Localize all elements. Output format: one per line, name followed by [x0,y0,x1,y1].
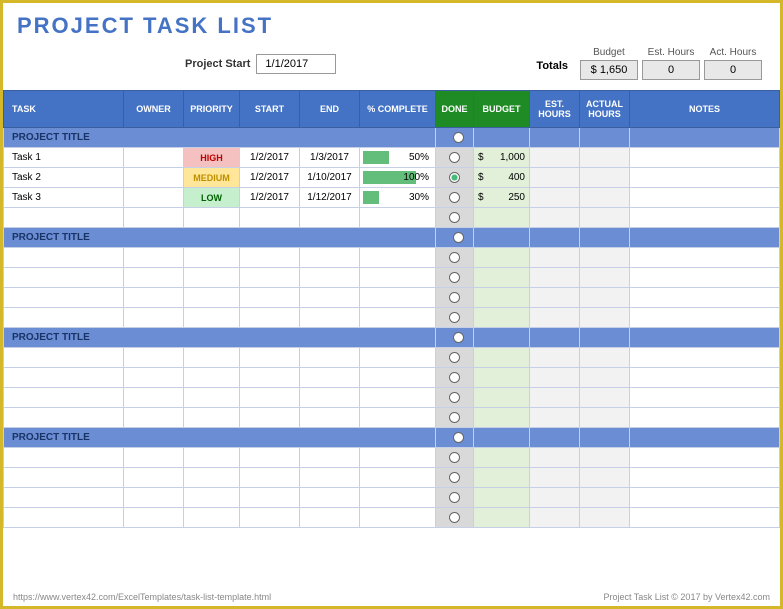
header-row: TASK OWNER PRIORITY START END % COMPLETE… [4,91,780,128]
done-radio[interactable] [449,312,460,323]
table-row[interactable] [4,288,780,308]
total-est: 0 [642,60,700,80]
h-notes: NOTES [630,91,780,128]
start-cell[interactable]: 1/2/2017 [240,168,300,188]
total-act: 0 [704,60,762,80]
h-start: START [240,91,300,128]
section-row: PROJECT TITLE [4,128,780,148]
task-name[interactable]: Task 2 [4,168,124,188]
table-row[interactable] [4,488,780,508]
pct-cell[interactable]: 30% [360,188,436,208]
topbar: Project Start Budget Est. Hours Act. Hou… [3,43,780,90]
start-cell[interactable]: 1/2/2017 [240,188,300,208]
spreadsheet-frame: PROJECT TASK LIST Project Start Budget E… [0,0,783,609]
done-radio[interactable] [449,252,460,263]
total-budget: $ 1,650 [580,60,638,80]
project-start-label: Project Start [185,58,250,70]
done-radio[interactable] [449,352,460,363]
table-row[interactable] [4,268,780,288]
section-row: PROJECT TITLE [4,428,780,448]
done-radio[interactable] [453,132,464,143]
owner-cell[interactable] [124,148,184,168]
h-owner: OWNER [124,91,184,128]
h-est: EST. HOURS [530,91,580,128]
notes-cell[interactable] [630,188,780,208]
est-cell[interactable] [530,168,580,188]
done-radio[interactable] [449,492,460,503]
done-radio[interactable] [449,152,460,163]
est-cell[interactable] [530,148,580,168]
done-radio[interactable] [449,172,460,183]
table-row[interactable] [4,508,780,528]
end-cell[interactable]: 1/12/2017 [300,188,360,208]
done-radio[interactable] [449,212,460,223]
done-radio[interactable] [453,232,464,243]
priority-cell[interactable]: MEDIUM [184,168,240,188]
est-cell[interactable] [530,188,580,208]
footer: https://www.vertex42.com/ExcelTemplates/… [13,592,770,602]
page-title: PROJECT TASK LIST [3,3,780,43]
table-row[interactable] [4,388,780,408]
done-radio[interactable] [449,292,460,303]
act-cell[interactable] [580,168,630,188]
pct-cell[interactable]: 100% [360,168,436,188]
h-budget: BUDGET [474,91,530,128]
end-cell[interactable]: 1/3/2017 [300,148,360,168]
done-radio[interactable] [453,332,464,343]
footer-copyright: Project Task List © 2017 by Vertex42.com [603,592,770,602]
budget-col-label: Budget [580,47,638,58]
table-row[interactable] [4,348,780,368]
est-col-label: Est. Hours [642,47,700,58]
task-name[interactable]: Task 1 [4,148,124,168]
table-row[interactable]: Task 1 HIGH 1/2/2017 1/3/2017 50% $1,000 [4,148,780,168]
h-priority: PRIORITY [184,91,240,128]
table-row[interactable] [4,468,780,488]
table-row[interactable] [4,248,780,268]
section-row: PROJECT TITLE [4,328,780,348]
act-cell[interactable] [580,148,630,168]
start-cell[interactable]: 1/2/2017 [240,148,300,168]
table-row[interactable] [4,448,780,468]
task-name[interactable]: Task 3 [4,188,124,208]
totals-label: Totals [536,60,568,80]
h-act: ACTUAL HOURS [580,91,630,128]
budget-cell[interactable]: $250 [474,188,530,208]
done-radio[interactable] [449,512,460,523]
done-radio[interactable] [453,432,464,443]
done-radio[interactable] [449,412,460,423]
done-radio[interactable] [449,372,460,383]
priority-cell[interactable]: HIGH [184,148,240,168]
footer-url: https://www.vertex42.com/ExcelTemplates/… [13,592,271,602]
project-start-input[interactable] [256,54,336,74]
section-row: PROJECT TITLE [4,228,780,248]
notes-cell[interactable] [630,148,780,168]
owner-cell[interactable] [124,188,184,208]
priority-cell[interactable]: LOW [184,188,240,208]
act-cell[interactable] [580,188,630,208]
act-col-label: Act. Hours [704,47,762,58]
h-pct: % COMPLETE [360,91,436,128]
table-row[interactable]: Task 3 LOW 1/2/2017 1/12/2017 30% $250 [4,188,780,208]
budget-cell[interactable]: $1,000 [474,148,530,168]
done-radio[interactable] [449,392,460,403]
done-radio[interactable] [449,192,460,203]
budget-cell[interactable]: $400 [474,168,530,188]
task-table: TASK OWNER PRIORITY START END % COMPLETE… [3,90,780,528]
done-radio[interactable] [449,472,460,483]
table-row[interactable] [4,208,780,228]
table-row[interactable] [4,368,780,388]
end-cell[interactable]: 1/10/2017 [300,168,360,188]
table-row[interactable] [4,308,780,328]
pct-cell[interactable]: 50% [360,148,436,168]
h-end: END [300,91,360,128]
h-done: DONE [436,91,474,128]
table-row[interactable] [4,408,780,428]
done-radio[interactable] [449,272,460,283]
owner-cell[interactable] [124,168,184,188]
done-radio[interactable] [449,452,460,463]
h-task: TASK [4,91,124,128]
table-row[interactable]: Task 2 MEDIUM 1/2/2017 1/10/2017 100% $4… [4,168,780,188]
notes-cell[interactable] [630,168,780,188]
